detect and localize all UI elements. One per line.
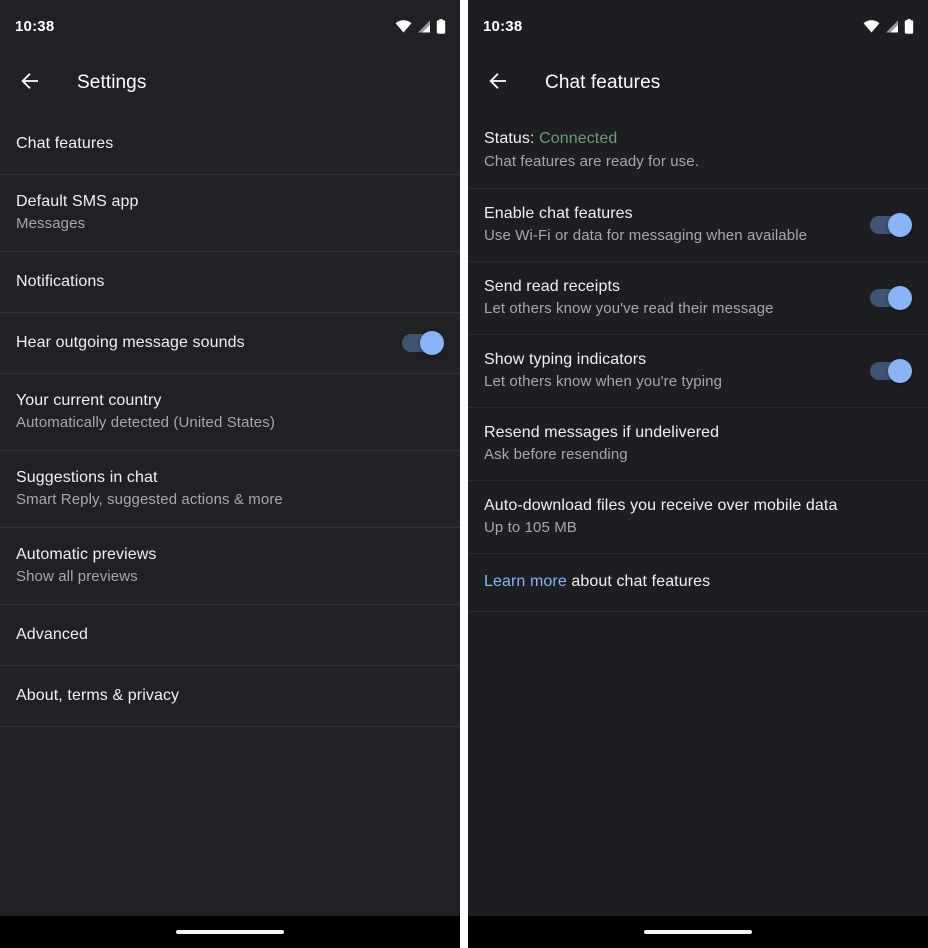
wifi-icon bbox=[395, 19, 412, 33]
wifi-icon bbox=[863, 19, 880, 33]
row-text-block: Suggestions in chat Smart Reply, suggest… bbox=[16, 451, 444, 527]
home-indicator-pill[interactable] bbox=[644, 930, 752, 934]
row-subtitle: Let others know when you're typing bbox=[484, 373, 723, 390]
navigation-bar-right bbox=[468, 916, 928, 948]
list-empty-space-right bbox=[468, 764, 928, 916]
row-title: Your current country bbox=[16, 392, 162, 409]
settings-row-send-read-receipts[interactable]: Send read receipts Let others know you'v… bbox=[468, 262, 928, 335]
status-bar-icons bbox=[395, 18, 446, 34]
row-subtitle: Up to 105 MB bbox=[484, 519, 577, 536]
row-text-block: Auto-download files you receive over mob… bbox=[484, 481, 912, 553]
row-text-block: Send read receipts Let others know you'v… bbox=[484, 262, 856, 334]
status-label: Status: bbox=[484, 130, 540, 147]
toggle-thumb bbox=[888, 286, 912, 310]
row-title: Notifications bbox=[16, 273, 105, 290]
settings-list-left: Chat features Default SMS app Messages N… bbox=[0, 114, 460, 822]
navigation-bar-left bbox=[0, 916, 460, 948]
row-subtitle: Show all previews bbox=[16, 568, 138, 585]
status-badge: Connected bbox=[539, 130, 618, 147]
toggle-thumb bbox=[888, 359, 912, 383]
learn-more-rest-text: about chat features bbox=[566, 573, 711, 590]
toggle-thumb bbox=[888, 213, 912, 237]
settings-row-hear-outgoing-message-sounds[interactable]: Hear outgoing message sounds bbox=[0, 313, 460, 374]
dual-screenshot-container: 10:38 Settings Chat features Default SMS… bbox=[0, 0, 928, 948]
battery-icon bbox=[436, 18, 446, 34]
row-title: Auto-download files you receive over mob… bbox=[484, 497, 838, 514]
home-indicator-pill[interactable] bbox=[176, 930, 284, 934]
row-title: Send read receipts bbox=[484, 278, 621, 295]
row-title: Show typing indicators bbox=[484, 351, 647, 368]
row-text-block: Hear outgoing message sounds bbox=[16, 313, 388, 373]
row-subtitle: Messages bbox=[16, 215, 86, 232]
toolbar-left: Settings bbox=[0, 52, 460, 114]
row-title: Enable chat features bbox=[484, 205, 633, 222]
settings-row-advanced[interactable]: Advanced bbox=[0, 605, 460, 666]
status-bar-left: 10:38 bbox=[0, 0, 460, 52]
cell-signal-icon bbox=[885, 20, 899, 33]
row-text-block: Chat features bbox=[16, 114, 444, 174]
settings-row-auto-download-files[interactable]: Auto-download files you receive over mob… bbox=[468, 481, 928, 554]
row-text-block: Show typing indicators Let others know w… bbox=[484, 335, 856, 407]
row-subtitle: Let others know you've read their messag… bbox=[484, 300, 774, 317]
toggle-show-typing-indicators[interactable] bbox=[870, 359, 912, 383]
arrow-back-icon bbox=[486, 69, 510, 98]
toolbar-title-right: Chat features bbox=[545, 72, 661, 93]
toolbar-title-left: Settings bbox=[77, 72, 147, 93]
status-bar-icons bbox=[863, 18, 914, 34]
status-description: Chat features are ready for use. bbox=[484, 153, 699, 170]
left-phone-screen: 10:38 Settings Chat features Default SMS… bbox=[0, 0, 460, 948]
row-subtitle: Ask before resending bbox=[484, 446, 628, 463]
settings-row-chat-features[interactable]: Chat features bbox=[0, 114, 460, 175]
settings-row-your-current-country[interactable]: Your current country Automatically detec… bbox=[0, 374, 460, 451]
battery-icon bbox=[904, 18, 914, 34]
toggle-hear-outgoing-message-sounds[interactable] bbox=[402, 331, 444, 355]
settings-row-suggestions-in-chat[interactable]: Suggestions in chat Smart Reply, suggest… bbox=[0, 451, 460, 528]
status-line: Status: Connected bbox=[484, 128, 912, 150]
row-text-block: Enable chat features Use Wi-Fi or data f… bbox=[484, 189, 856, 261]
row-title: Advanced bbox=[16, 626, 88, 643]
settings-row-show-typing-indicators[interactable]: Show typing indicators Let others know w… bbox=[468, 335, 928, 408]
toggle-thumb bbox=[420, 331, 444, 355]
row-text-block: Automatic previews Show all previews bbox=[16, 528, 444, 604]
status-bar-right: 10:38 bbox=[468, 0, 928, 52]
row-text-block: Notifications bbox=[16, 252, 444, 312]
row-subtitle: Automatically detected (United States) bbox=[16, 414, 275, 431]
toolbar-right: Chat features bbox=[468, 52, 928, 114]
row-subtitle: Smart Reply, suggested actions & more bbox=[16, 491, 283, 508]
cell-signal-icon bbox=[417, 20, 431, 33]
status-bar-clock: 10:38 bbox=[15, 17, 55, 35]
row-title: Suggestions in chat bbox=[16, 469, 158, 486]
status-block: Status: Connected Chat features are read… bbox=[468, 114, 928, 189]
row-text-block: Advanced bbox=[16, 605, 444, 665]
row-text-block: Resend messages if undelivered Ask befor… bbox=[484, 408, 912, 480]
settings-row-default-sms-app[interactable]: Default SMS app Messages bbox=[0, 175, 460, 252]
learn-more-link[interactable]: Learn more bbox=[484, 573, 567, 590]
row-title: About, terms & privacy bbox=[16, 687, 180, 704]
row-title: Default SMS app bbox=[16, 193, 139, 210]
toggle-send-read-receipts[interactable] bbox=[870, 286, 912, 310]
right-phone-screen: 10:38 Chat features Status: Connected Ch… bbox=[468, 0, 928, 948]
settings-row-enable-chat-features[interactable]: Enable chat features Use Wi-Fi or data f… bbox=[468, 189, 928, 262]
back-button-left[interactable] bbox=[16, 69, 44, 97]
row-text-block: Your current country Automatically detec… bbox=[16, 374, 444, 450]
row-title: Automatic previews bbox=[16, 546, 157, 563]
settings-row-about-terms-privacy[interactable]: About, terms & privacy bbox=[0, 666, 460, 727]
row-title: Chat features bbox=[16, 135, 114, 152]
chat-features-list: Status: Connected Chat features are read… bbox=[468, 114, 928, 764]
row-title: Resend messages if undelivered bbox=[484, 424, 720, 441]
settings-row-notifications[interactable]: Notifications bbox=[0, 252, 460, 313]
row-subtitle: Use Wi-Fi or data for messaging when ava… bbox=[484, 227, 808, 244]
settings-row-automatic-previews[interactable]: Automatic previews Show all previews bbox=[0, 528, 460, 605]
status-bar-clock: 10:38 bbox=[483, 17, 523, 35]
list-empty-space-left bbox=[0, 822, 460, 917]
settings-row-resend-messages-if-undelivered[interactable]: Resend messages if undelivered Ask befor… bbox=[468, 408, 928, 481]
row-title: Hear outgoing message sounds bbox=[16, 334, 245, 351]
learn-more-row: Learn more about chat features bbox=[468, 554, 928, 612]
arrow-back-icon bbox=[18, 69, 42, 98]
row-text-block: Default SMS app Messages bbox=[16, 175, 444, 251]
row-text-block: About, terms & privacy bbox=[16, 666, 444, 726]
toggle-enable-chat-features[interactable] bbox=[870, 213, 912, 237]
back-button-right[interactable] bbox=[484, 69, 512, 97]
